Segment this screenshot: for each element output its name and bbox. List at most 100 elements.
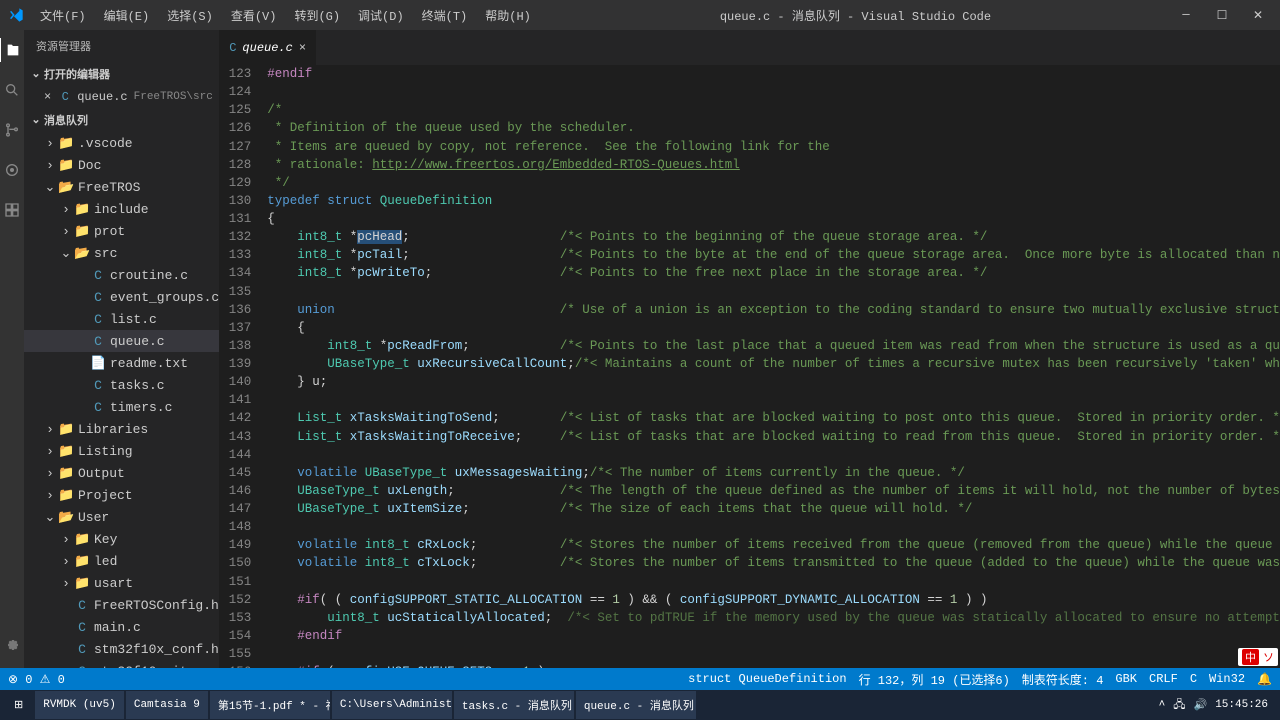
tree-item--vscode[interactable]: ›📁.vscode bbox=[24, 132, 219, 154]
system-tray[interactable]: ˄ 🖧 🔊 15:45:26 bbox=[1159, 696, 1276, 715]
search-icon[interactable] bbox=[0, 78, 24, 102]
tree-item-project[interactable]: ›📁Project bbox=[24, 484, 219, 506]
taskbar-item[interactable]: Camtasia 9 bbox=[126, 691, 208, 719]
tree-item-readme-txt[interactable]: 📄readme.txt bbox=[24, 352, 219, 374]
file-tree: ›📁.vscode›📁Doc⌄📂FreeTROS›📁include›📁prot⌄… bbox=[24, 132, 219, 668]
status-cursor[interactable]: 行 132，列 19 (已选择6) bbox=[859, 671, 1010, 688]
tree-item-tasks-c[interactable]: Ctasks.c bbox=[24, 374, 219, 396]
tree-item-output[interactable]: ›📁Output bbox=[24, 462, 219, 484]
tree-item-doc[interactable]: ›📁Doc bbox=[24, 154, 219, 176]
maximize-button[interactable]: ☐ bbox=[1208, 5, 1236, 25]
file-icon: C bbox=[90, 312, 106, 327]
tab-queue-c[interactable]: C queue.c × bbox=[219, 30, 317, 65]
tree-item-usart[interactable]: ›📁usart bbox=[24, 572, 219, 594]
settings-gear-icon[interactable] bbox=[0, 632, 24, 656]
c-file-icon: C bbox=[229, 41, 236, 55]
chevron-icon: › bbox=[60, 576, 72, 591]
tree-item-user[interactable]: ⌄📂User bbox=[24, 506, 219, 528]
taskbar-item[interactable]: tasks.c - 消息队列 (工... bbox=[454, 691, 574, 719]
tree-item-key[interactable]: ›📁Key bbox=[24, 528, 219, 550]
extensions-icon[interactable] bbox=[0, 198, 24, 222]
file-icon: C bbox=[90, 400, 106, 415]
tree-item-event-groups-c[interactable]: Cevent_groups.c bbox=[24, 286, 219, 308]
chevron-icon: ⌄ bbox=[44, 510, 56, 525]
status-tabsize[interactable]: 制表符长度: 4 bbox=[1022, 671, 1104, 688]
open-editor-item[interactable]: × C queue.c FreeTROS\src bbox=[24, 86, 219, 108]
menu-view[interactable]: 查看(V) bbox=[223, 3, 285, 28]
file-icon: 📁 bbox=[74, 576, 90, 591]
tree-item-list-c[interactable]: Clist.c bbox=[24, 308, 219, 330]
titlebar: 文件(F) 编辑(E) 选择(S) 查看(V) 转到(G) 调试(D) 终端(T… bbox=[0, 0, 1280, 30]
chevron-icon: ⌄ bbox=[44, 180, 56, 195]
taskbar-item[interactable]: C:\Users\Administr... bbox=[332, 691, 452, 719]
menu-debug[interactable]: 调试(D) bbox=[350, 3, 412, 28]
tree-item-src[interactable]: ⌄📂src bbox=[24, 242, 219, 264]
c-file-icon: C bbox=[57, 90, 73, 104]
file-icon: 📁 bbox=[74, 554, 90, 569]
tab-bar: C queue.c × ◫ ⋯ bbox=[219, 30, 1280, 65]
tree-item-stm32f10x-conf-h[interactable]: Cstm32f10x_conf.h bbox=[24, 638, 219, 660]
tray-clock[interactable]: 15:45:26 bbox=[1215, 699, 1268, 711]
tree-item-timers-c[interactable]: Ctimers.c bbox=[24, 396, 219, 418]
menu-terminal[interactable]: 终端(T) bbox=[414, 3, 476, 28]
status-errors[interactable]: ⊗ 0 ⚠ 0 bbox=[8, 672, 65, 687]
start-button[interactable]: ⊞ bbox=[4, 691, 33, 719]
tab-label: queue.c bbox=[242, 41, 292, 55]
menu-select[interactable]: 选择(S) bbox=[159, 3, 221, 28]
status-os[interactable]: Win32 bbox=[1209, 672, 1245, 686]
open-editors-section[interactable]: ⌄打开的编辑器 bbox=[24, 62, 219, 86]
status-eol[interactable]: CRLF bbox=[1149, 672, 1178, 686]
workspace-section[interactable]: ⌄消息队列 bbox=[24, 108, 219, 132]
file-icon: 📁 bbox=[58, 422, 74, 437]
file-icon: 📁 bbox=[58, 466, 74, 481]
vscode-logo-icon bbox=[8, 7, 24, 23]
ime-indicator[interactable]: 中 ソ bbox=[1238, 648, 1278, 666]
debug-icon[interactable] bbox=[0, 158, 24, 182]
tree-item-freetros[interactable]: ⌄📂FreeTROS bbox=[24, 176, 219, 198]
tree-item-prot[interactable]: ›📁prot bbox=[24, 220, 219, 242]
close-editor-icon[interactable]: × bbox=[44, 90, 51, 104]
menu-edit[interactable]: 编辑(E) bbox=[96, 3, 158, 28]
status-language[interactable]: C bbox=[1190, 672, 1197, 686]
tree-item-led[interactable]: ›📁led bbox=[24, 550, 219, 572]
menu-file[interactable]: 文件(F) bbox=[32, 3, 94, 28]
chevron-icon: › bbox=[60, 202, 72, 217]
tab-close-icon[interactable]: × bbox=[299, 41, 306, 55]
chevron-icon: › bbox=[60, 532, 72, 547]
file-icon: 📂 bbox=[58, 180, 74, 195]
tray-network-icon[interactable]: 🖧 bbox=[1173, 696, 1185, 715]
source-control-icon[interactable] bbox=[0, 118, 24, 142]
status-context[interactable]: struct QueueDefinition bbox=[688, 672, 846, 686]
tree-item-croutine-c[interactable]: Ccroutine.c bbox=[24, 264, 219, 286]
taskbar-item[interactable]: 第15节-1.pdf * - 福... bbox=[210, 691, 330, 719]
menu-help[interactable]: 帮助(H) bbox=[477, 3, 539, 28]
tree-item-queue-c[interactable]: Cqueue.c bbox=[24, 330, 219, 352]
taskbar-item[interactable]: RVMDK (uv5) bbox=[35, 691, 124, 719]
file-icon: C bbox=[74, 664, 90, 669]
tree-item-include[interactable]: ›📁include bbox=[24, 198, 219, 220]
tray-volume-icon[interactable]: 🔊 bbox=[1193, 698, 1207, 712]
window-title: queue.c - 消息队列 - Visual Studio Code bbox=[539, 7, 1172, 24]
status-encoding[interactable]: GBK bbox=[1115, 672, 1137, 686]
tray-chevron-up-icon[interactable]: ˄ bbox=[1159, 699, 1166, 711]
status-notifications-icon[interactable]: 🔔 bbox=[1257, 672, 1272, 687]
file-icon: C bbox=[74, 620, 90, 635]
tree-item-libraries[interactable]: ›📁Libraries bbox=[24, 418, 219, 440]
code-editor[interactable]: #endif /* * Definition of the queue used… bbox=[267, 65, 1280, 668]
tree-item-stm32f10x-it-c[interactable]: Cstm32f10x_it.c bbox=[24, 660, 219, 668]
menu-go[interactable]: 转到(G) bbox=[286, 3, 348, 28]
tree-item-main-c[interactable]: Cmain.c bbox=[24, 616, 219, 638]
menubar: 文件(F) 编辑(E) 选择(S) 查看(V) 转到(G) 调试(D) 终端(T… bbox=[32, 3, 539, 28]
line-number-gutter: 1231241251261271281291301311321331341351… bbox=[219, 65, 267, 668]
minimize-button[interactable]: ─ bbox=[1172, 5, 1200, 25]
tree-item-freertosconfig-h[interactable]: CFreeRTOSConfig.h bbox=[24, 594, 219, 616]
file-icon: 📄 bbox=[90, 356, 106, 371]
taskbar-item[interactable]: queue.c - 消息队列 - ... bbox=[576, 691, 696, 719]
tree-item-listing[interactable]: ›📁Listing bbox=[24, 440, 219, 462]
explorer-icon[interactable] bbox=[0, 38, 23, 62]
chevron-icon: › bbox=[44, 444, 56, 459]
chevron-icon: › bbox=[44, 466, 56, 481]
file-icon: 📁 bbox=[58, 136, 74, 151]
editor-area: C queue.c × ◫ ⋯ 123124125126127128129130… bbox=[219, 30, 1280, 668]
close-button[interactable]: ✕ bbox=[1244, 5, 1272, 25]
